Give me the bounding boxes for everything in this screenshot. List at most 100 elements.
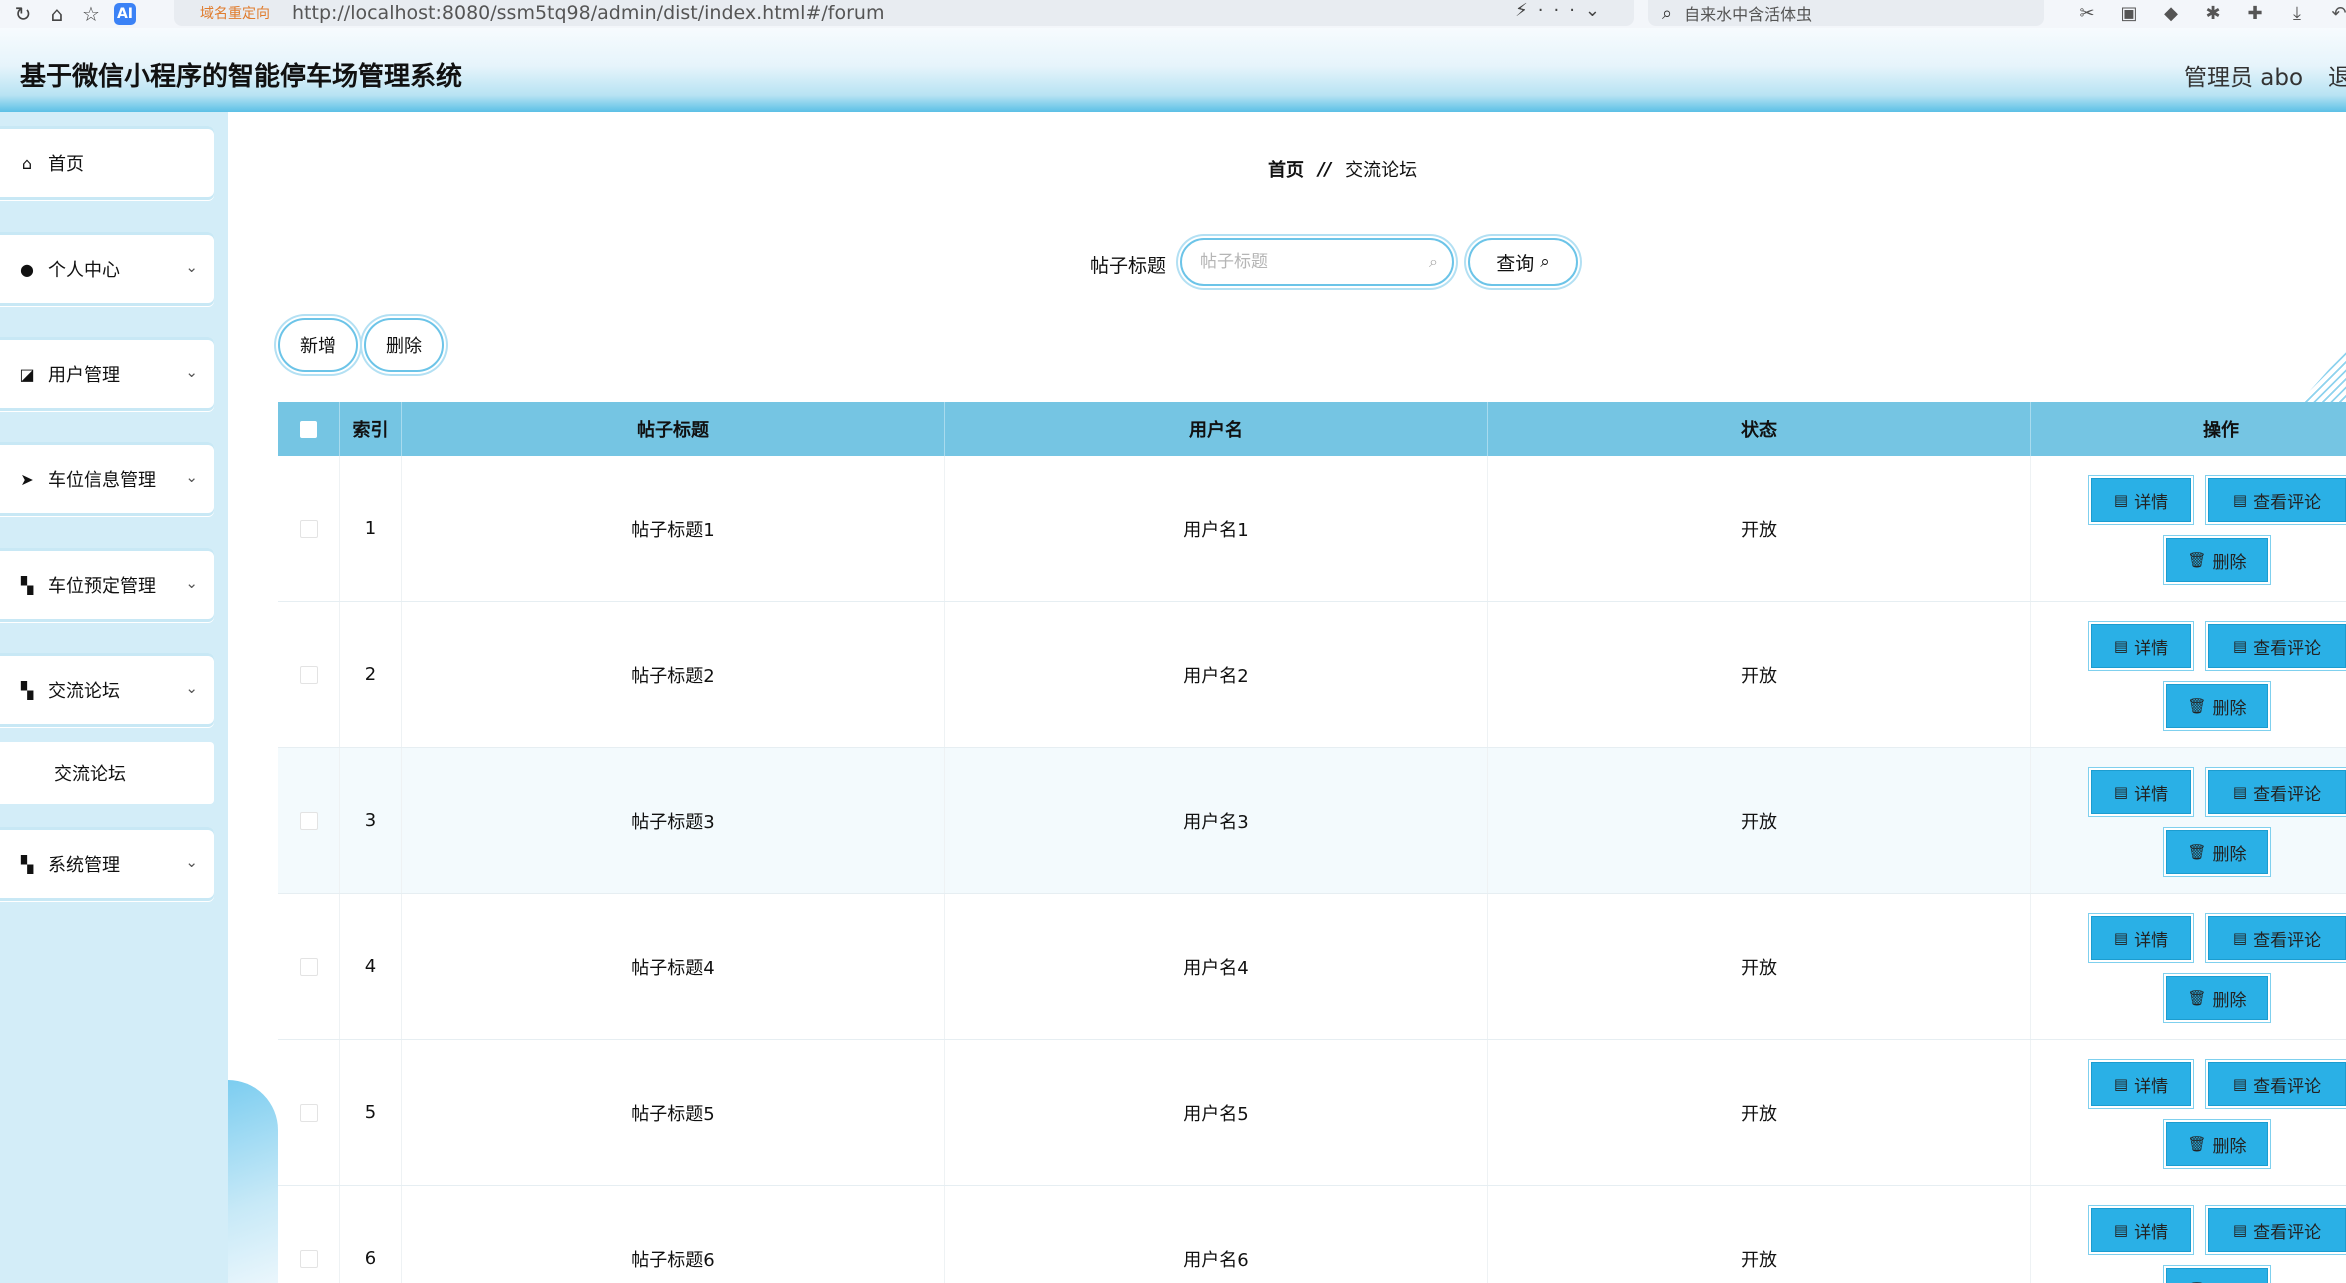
view-comments-button[interactable]: ▤ 查看评论: [2208, 1062, 2346, 1106]
sidebar-subitem-label: 交流论坛: [54, 764, 126, 785]
detail-button-label: 详情: [2134, 1076, 2169, 1097]
row-title: 帖子标题4: [402, 894, 945, 1039]
table-row: 5 帖子标题5 用户名5 开放 ▤ 详情 ▤ 查看评论 🗑 删除: [278, 1040, 2346, 1186]
row-username: 用户名1: [945, 456, 1488, 601]
search-label: 帖子标题: [1090, 255, 1167, 277]
delete-button[interactable]: 🗑删除: [2166, 1122, 2268, 1166]
document-icon: ▤: [2113, 637, 2129, 655]
sidebar: ⌂ 首页 ● 个人中心 ⌄ ◪ 用户管理 ⌄ ➤ 车位信息管理 ⌄ ▚ 车位预定…: [0, 112, 228, 1283]
row-checkbox[interactable]: [299, 1103, 318, 1122]
chevron-down-icon: ⌄: [185, 258, 198, 276]
delete-button[interactable]: 🗑删除: [2166, 538, 2268, 582]
detail-button[interactable]: ▤ 详情: [2091, 1062, 2191, 1106]
favorites-icon[interactable]: ☆: [80, 3, 102, 25]
batch-delete-button[interactable]: 删除: [364, 318, 444, 372]
detail-button[interactable]: ▤ 详情: [2091, 624, 2191, 668]
grid-icon: ▚: [20, 680, 34, 700]
view-comments-button[interactable]: ▤ 查看评论: [2208, 770, 2346, 814]
query-button[interactable]: 查询 ⌕: [1468, 238, 1578, 286]
column-header-status: 状态: [1488, 402, 2031, 456]
url-text[interactable]: http://localhost:8080/ssm5tq98/admin/dis…: [292, 2, 884, 24]
column-header-index: 索引: [340, 402, 402, 456]
delete-button[interactable]: 🗑删除: [2166, 1268, 2268, 1283]
extension-fox-icon[interactable]: ◆: [2156, 3, 2186, 24]
undo-icon[interactable]: ↶: [2324, 3, 2346, 24]
sidebar-item-label: 用户管理: [48, 365, 120, 386]
row-username: 用户名3: [945, 748, 1488, 893]
document-icon: ▤: [2232, 1221, 2248, 1239]
title-search-input[interactable]: [1198, 251, 1412, 273]
translate-icon[interactable]: ▣: [2114, 3, 2144, 24]
delete-button-label: 删除: [2212, 844, 2247, 865]
delete-button[interactable]: 🗑删除: [2166, 830, 2268, 874]
redirect-label: 域名重定向: [200, 6, 270, 22]
forum-table: 索引 帖子标题 用户名 状态 操作 1 帖子标题1 用户名1 开放 ▤ 详情 ▤ 查…: [278, 402, 2346, 1283]
row-checkbox[interactable]: [299, 665, 318, 684]
detail-button[interactable]: ▤ 详情: [2091, 1208, 2191, 1252]
detail-button[interactable]: ▤ 详情: [2091, 916, 2191, 960]
view-comments-button-label: 查看评论: [2253, 1222, 2322, 1243]
document-icon: ▤: [2113, 929, 2129, 947]
detail-button[interactable]: ▤ 详情: [2091, 770, 2191, 814]
sidebar-item-user-management[interactable]: ◪ 用户管理 ⌄: [0, 337, 214, 411]
current-user: 管理员 abo: [2184, 65, 2304, 91]
detail-button[interactable]: ▤ 详情: [2091, 478, 2191, 522]
download-icon[interactable]: ⤓: [2282, 3, 2312, 24]
sidebar-item-parking-reservation[interactable]: ▚ 车位预定管理 ⌄: [0, 548, 214, 622]
extension-red-icon[interactable]: ✱: [2198, 3, 2228, 24]
scissors-icon[interactable]: ✂: [2072, 3, 2102, 24]
row-status: 开放: [1488, 1040, 2031, 1185]
sidebar-item-label: 车位信息管理: [48, 470, 156, 491]
browser-search-box[interactable]: ⌕ 自来水中含活体虫: [1648, 0, 2044, 26]
view-comments-button[interactable]: ▤ 查看评论: [2208, 478, 2346, 522]
row-checkbox[interactable]: [299, 519, 318, 538]
breadcrumb-separator: //: [1318, 158, 1332, 180]
sidebar-item-home[interactable]: ⌂ 首页: [0, 126, 214, 200]
sidebar-subitem-forum[interactable]: 交流论坛: [0, 742, 214, 804]
column-header-username: 用户名: [945, 402, 1488, 456]
logout-link[interactable]: 退: [2328, 58, 2346, 92]
delete-button[interactable]: 🗑删除: [2166, 976, 2268, 1020]
address-bar[interactable]: 域名重定向 http://localhost:8080/ssm5tq98/adm…: [174, 0, 1634, 26]
reload-icon[interactable]: ↻: [12, 3, 34, 25]
view-comments-button-label: 查看评论: [2253, 784, 2322, 805]
sidebar-item-personal-center[interactable]: ● 个人中心 ⌄: [0, 232, 214, 306]
add-button[interactable]: 新增: [278, 318, 358, 372]
row-select-cell: [278, 456, 340, 601]
decorative-wave: [228, 1080, 278, 1283]
row-select-cell: [278, 1186, 340, 1283]
puzzle-icon[interactable]: ✚: [2240, 3, 2270, 24]
ai-icon[interactable]: AI: [114, 3, 136, 25]
home-icon[interactable]: ⌂: [46, 3, 68, 25]
address-bar-actions[interactable]: ⚡···⌄: [1515, 0, 1610, 21]
row-index: 1: [340, 456, 402, 601]
title-search-field[interactable]: ⌕: [1180, 238, 1454, 286]
sidebar-item-label: 首页: [48, 154, 84, 175]
sidebar-item-label: 个人中心: [48, 260, 120, 281]
document-icon: ▤: [2232, 929, 2248, 947]
row-status: 开放: [1488, 456, 2031, 601]
view-comments-button[interactable]: ▤ 查看评论: [2208, 916, 2346, 960]
row-checkbox[interactable]: [299, 811, 318, 830]
trash-icon: 🗑: [2187, 697, 2207, 715]
view-comments-button-label: 查看评论: [2253, 930, 2322, 951]
grid-icon: ▚: [20, 854, 34, 874]
row-status: 开放: [1488, 894, 2031, 1039]
breadcrumb: 首页 // 交流论坛: [1268, 156, 1417, 182]
sidebar-item-parking-info[interactable]: ➤ 车位信息管理 ⌄: [0, 442, 214, 516]
sidebar-item-system-management[interactable]: ▚ 系统管理 ⌄: [0, 827, 214, 901]
search-icon: ⌕: [1429, 252, 1438, 271]
breadcrumb-current: 交流论坛: [1345, 160, 1418, 181]
document-icon: ▤: [2232, 637, 2248, 655]
delete-button[interactable]: 🗑删除: [2166, 684, 2268, 728]
row-checkbox[interactable]: [299, 957, 318, 976]
sidebar-item-forum[interactable]: ▚ 交流论坛 ⌄: [0, 653, 214, 727]
row-checkbox[interactable]: [299, 1249, 318, 1268]
select-all-checkbox[interactable]: [300, 420, 317, 438]
view-comments-button[interactable]: ▤ 查看评论: [2208, 624, 2346, 668]
browser-search-text[interactable]: 自来水中含活体虫: [1684, 1, 1812, 25]
row-select-cell: [278, 894, 340, 1039]
row-status: 开放: [1488, 748, 2031, 893]
breadcrumb-home[interactable]: 首页: [1268, 156, 1304, 182]
view-comments-button[interactable]: ▤ 查看评论: [2208, 1208, 2346, 1252]
